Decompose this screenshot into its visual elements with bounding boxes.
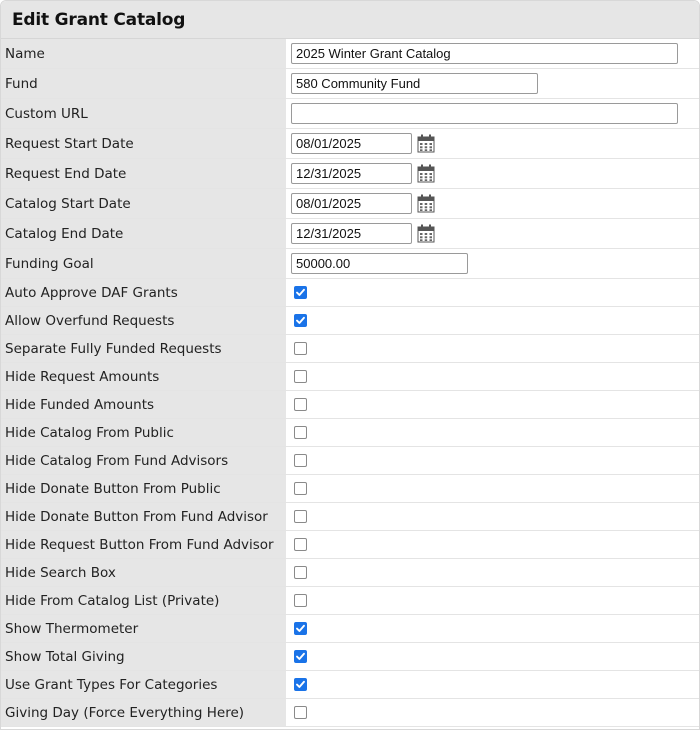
- checkbox-row: Separate Fully Funded Requests: [1, 335, 699, 363]
- field-label-catalog-end-date: Catalog End Date: [1, 219, 286, 248]
- form-row-request-start-date: Request Start Date: [1, 129, 699, 159]
- checkbox[interactable]: [294, 510, 307, 523]
- checkbox-row: Use Grant Types For Categories: [1, 671, 699, 699]
- checkbox-label: Hide Request Button From Fund Advisor: [1, 531, 286, 558]
- page-title: Edit Grant Catalog: [12, 9, 186, 30]
- calendar-icon[interactable]: [417, 194, 435, 213]
- checkbox-label: Hide Donate Button From Fund Advisor: [1, 503, 286, 530]
- checkbox-label: Hide Request Amounts: [1, 363, 286, 390]
- checkbox[interactable]: [294, 594, 307, 607]
- custom-url-input[interactable]: [291, 103, 678, 124]
- checkbox-label: Show Thermometer: [1, 615, 286, 642]
- form-row-request-end-date: Request End Date: [1, 159, 699, 189]
- checkmark-icon: [296, 316, 305, 324]
- field-label-request-start-date: Request Start Date: [1, 129, 286, 158]
- field-label-name: Name: [1, 39, 286, 68]
- checkbox-label: Hide Funded Amounts: [1, 391, 286, 418]
- checkbox-label: Hide Catalog From Public: [1, 419, 286, 446]
- checkbox-row: Hide Funded Amounts: [1, 391, 699, 419]
- funding-goal-input[interactable]: [291, 253, 468, 274]
- checkbox[interactable]: [294, 622, 307, 635]
- form-row-funding-goal: Funding Goal: [1, 249, 699, 279]
- checkbox[interactable]: [294, 426, 307, 439]
- checkbox-label: Separate Fully Funded Requests: [1, 335, 286, 362]
- checkbox-row: Hide Donate Button From Public: [1, 475, 699, 503]
- checkmark-icon: [296, 288, 305, 296]
- form-row-fund: Fund: [1, 69, 699, 99]
- checkbox[interactable]: [294, 482, 307, 495]
- checkbox-label: Auto Approve DAF Grants: [1, 279, 286, 306]
- checkbox-row: Hide Search Box: [1, 559, 699, 587]
- field-label-funding-goal: Funding Goal: [1, 249, 286, 278]
- checkbox-row: Show Thermometer: [1, 615, 699, 643]
- checkbox-label: Use Grant Types For Categories: [1, 671, 286, 698]
- checkbox[interactable]: [294, 342, 307, 355]
- fund-input[interactable]: [291, 73, 538, 94]
- calendar-icon[interactable]: [417, 164, 435, 183]
- checkbox[interactable]: [294, 370, 307, 383]
- request-end-date-input[interactable]: [291, 163, 412, 184]
- field-label-request-end-date: Request End Date: [1, 159, 286, 188]
- checkbox-label: Hide Catalog From Fund Advisors: [1, 447, 286, 474]
- checkbox[interactable]: [294, 706, 307, 719]
- panel-header: Edit Grant Catalog: [1, 1, 699, 39]
- checkbox-row: Hide Catalog From Fund Advisors: [1, 447, 699, 475]
- checkbox-label: Hide Search Box: [1, 559, 286, 586]
- calendar-icon[interactable]: [417, 134, 435, 153]
- checkmark-icon: [296, 624, 305, 632]
- catalog-end-date-input[interactable]: [291, 223, 412, 244]
- checkbox[interactable]: [294, 538, 307, 551]
- checkbox-row: Hide Request Amounts: [1, 363, 699, 391]
- checkbox[interactable]: [294, 678, 307, 691]
- checkbox-row: Allow Overfund Requests: [1, 307, 699, 335]
- checkbox[interactable]: [294, 398, 307, 411]
- name-input[interactable]: [291, 43, 678, 64]
- checkbox-row: Hide Donate Button From Fund Advisor: [1, 503, 699, 531]
- checkbox-label: Giving Day (Force Everything Here): [1, 699, 286, 726]
- checkbox-row: Show Total Giving: [1, 643, 699, 671]
- checkbox-label: Hide From Catalog List (Private): [1, 587, 286, 614]
- checkbox-row: Auto Approve DAF Grants: [1, 279, 699, 307]
- request-start-date-input[interactable]: [291, 133, 412, 154]
- field-label-custom-url: Custom URL: [1, 99, 286, 128]
- calendar-icon[interactable]: [417, 224, 435, 243]
- checkbox-row: Giving Day (Force Everything Here): [1, 699, 699, 727]
- checkbox[interactable]: [294, 650, 307, 663]
- checkmark-icon: [296, 680, 305, 688]
- checkmark-icon: [296, 652, 305, 660]
- checkbox-row: Hide Request Button From Fund Advisor: [1, 531, 699, 559]
- checkbox[interactable]: [294, 566, 307, 579]
- form-row-catalog-end-date: Catalog End Date: [1, 219, 699, 249]
- checkbox[interactable]: [294, 286, 307, 299]
- form-row-custom-url: Custom URL: [1, 99, 699, 129]
- form-row-catalog-start-date: Catalog Start Date: [1, 189, 699, 219]
- field-label-fund: Fund: [1, 69, 286, 98]
- checkbox-row: Hide Catalog From Public: [1, 419, 699, 447]
- checkbox[interactable]: [294, 454, 307, 467]
- catalog-start-date-input[interactable]: [291, 193, 412, 214]
- checkbox-label: Allow Overfund Requests: [1, 307, 286, 334]
- checkbox[interactable]: [294, 314, 307, 327]
- checkbox-label: Hide Donate Button From Public: [1, 475, 286, 502]
- field-label-catalog-start-date: Catalog Start Date: [1, 189, 286, 218]
- edit-grant-catalog-panel: Edit Grant Catalog Name Fund Custom URL …: [0, 0, 700, 730]
- form-row-name: Name: [1, 39, 699, 69]
- checkbox-label: Show Total Giving: [1, 643, 286, 670]
- checkbox-settings-list: Auto Approve DAF Grants Allow Overfund R…: [1, 279, 699, 727]
- checkbox-row: Hide From Catalog List (Private): [1, 587, 699, 615]
